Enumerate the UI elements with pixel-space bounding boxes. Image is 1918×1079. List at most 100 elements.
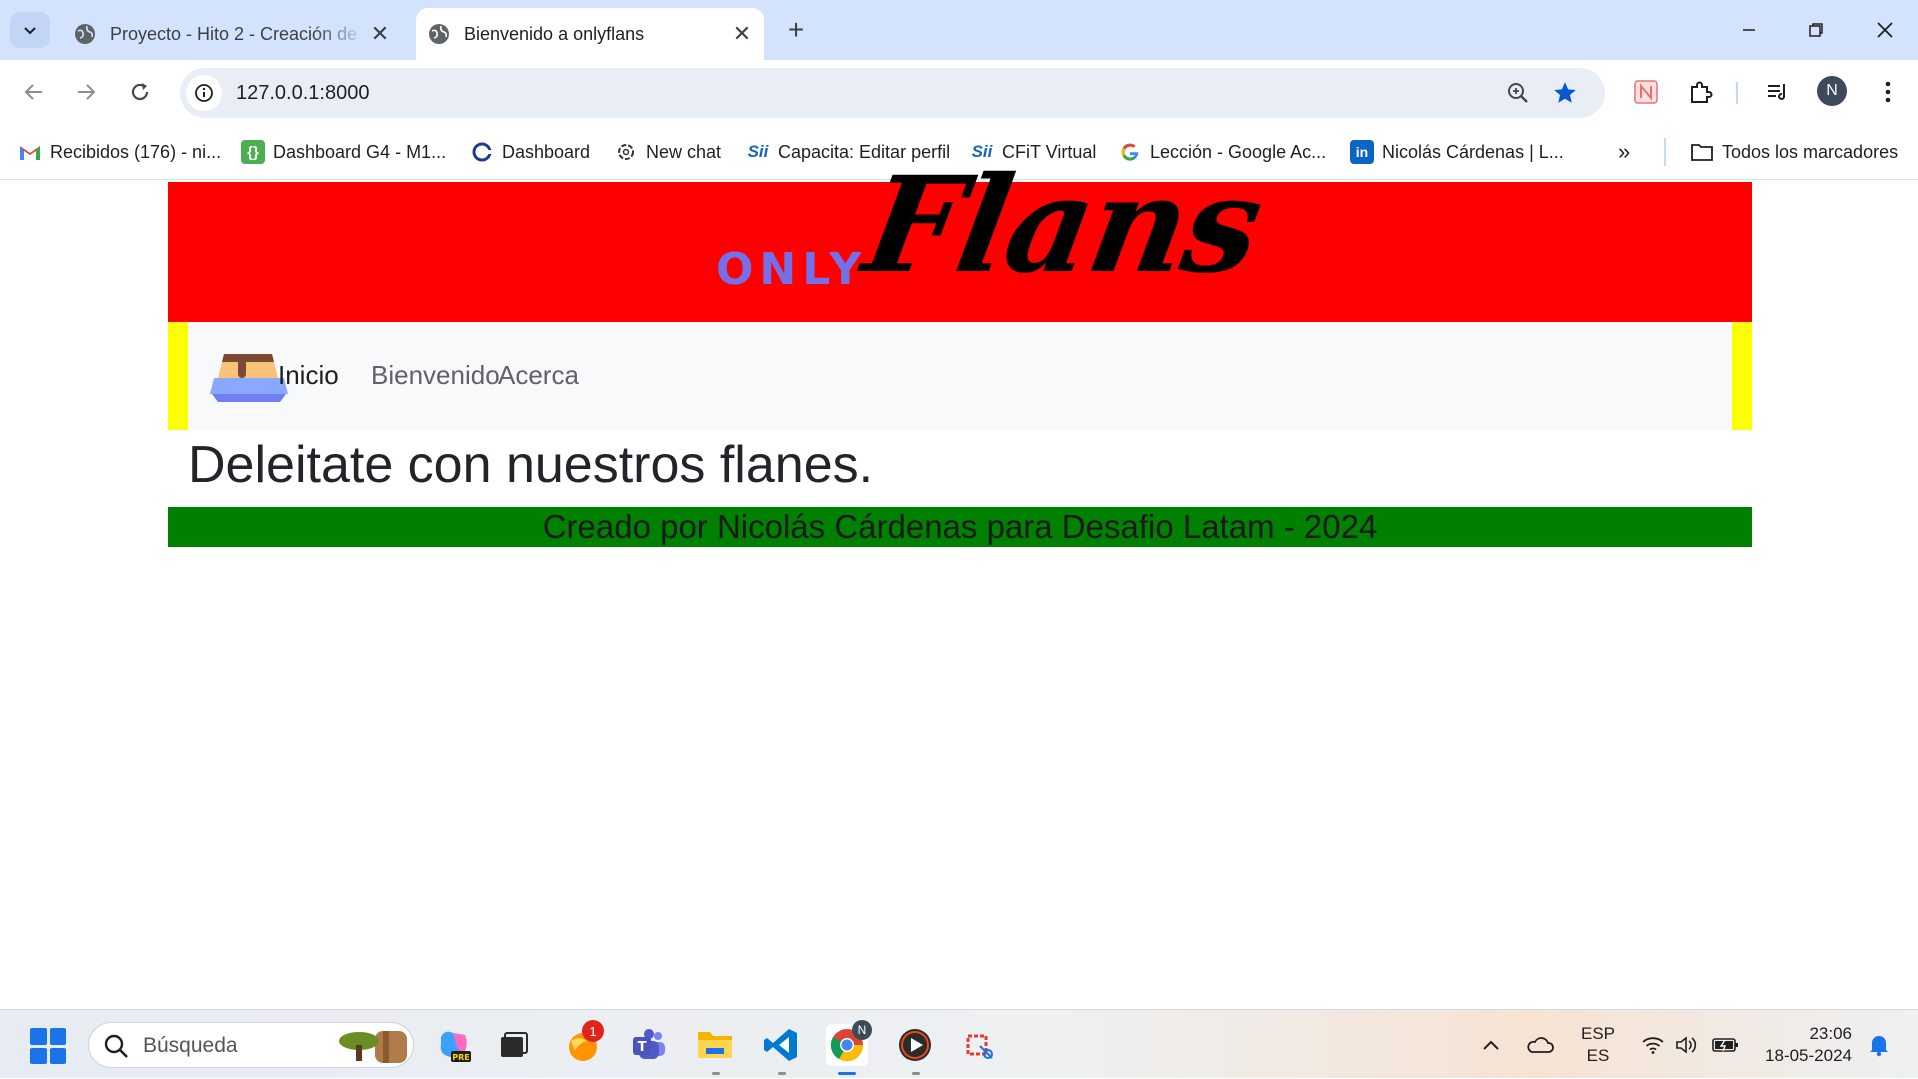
media-queue-icon — [1768, 84, 1785, 100]
clock-date: 18-05-2024 — [1765, 1045, 1852, 1065]
navbar-inner: Inicio Bienvenido Acerca — [188, 322, 1732, 430]
close-tab-icon[interactable]: ✕ — [728, 20, 756, 48]
bookmark-dashboard[interactable]: Dashboard — [470, 138, 590, 166]
bookmark-label: Dashboard — [502, 141, 591, 162]
logo-flans-text: Flans — [854, 148, 1272, 303]
bookmark-linkedin[interactable]: in Nicolás Cárdenas | L... — [1350, 138, 1564, 166]
keyboard-layout-code: ES — [1586, 1045, 1610, 1065]
volume-icon[interactable] — [1672, 1010, 1702, 1079]
tab-proyecto[interactable]: Proyecto - Hito 2 - Creación de ✕ — [62, 8, 402, 60]
nav-link-bienvenido[interactable]: Bienvenido — [371, 360, 500, 391]
bookmark-label: New chat — [646, 141, 722, 162]
page-headline: Deleitate con nuestros flanes. — [188, 436, 874, 494]
coursera-icon — [470, 140, 494, 164]
windows-taskbar: Búsqueda PRE 1 T N ESP ES 23:06 18-05-20… — [0, 1009, 1918, 1078]
site-footer: Creado por Nicolás Cárdenas para Desafio… — [168, 507, 1752, 547]
new-tab-button[interactable]: + — [780, 14, 812, 46]
file-explorer-icon[interactable] — [694, 1024, 736, 1066]
onedrive-icon[interactable] — [1522, 1010, 1558, 1079]
bookmark-star-icon[interactable] — [1550, 78, 1580, 108]
logo-only-text: ONLY — [716, 244, 868, 295]
tab-onlyflans[interactable]: Bienvenido a onlyflans ✕ — [416, 8, 764, 60]
site-banner: ONLY Flans — [168, 148, 1752, 322]
chrome-profile-badge: N — [852, 1020, 872, 1040]
nav-link-acerca[interactable]: Acerca — [498, 360, 579, 391]
notification-badge: 1 — [582, 1020, 604, 1042]
toolbar-separator — [1736, 82, 1738, 104]
restore-icon — [1809, 23, 1823, 37]
battery-icon[interactable] — [1708, 1010, 1742, 1079]
globe-icon — [429, 24, 449, 44]
media-control-button[interactable] — [1758, 72, 1798, 112]
windows-start-icon[interactable] — [30, 1028, 66, 1064]
sii-icon: Sii — [747, 142, 769, 161]
bookmarks-separator — [1664, 138, 1666, 166]
taskbar-search[interactable]: Búsqueda — [88, 1022, 414, 1068]
minimize-button[interactable] — [1716, 0, 1782, 60]
show-hidden-icons-button[interactable] — [1476, 1010, 1506, 1079]
vscode-icon[interactable] — [760, 1024, 802, 1066]
dashboard-icon: {} — [241, 140, 265, 164]
close-icon — [1877, 22, 1893, 38]
teams-icon[interactable]: T — [628, 1024, 670, 1066]
input-language-indicator[interactable]: ESP ES — [1574, 1010, 1622, 1079]
bookmark-label: Nicolás Cárdenas | L... — [1382, 141, 1564, 162]
browser-toolbar: 127.0.0.1:8000 N — [0, 60, 1918, 124]
chevron-down-icon — [24, 27, 36, 35]
running-indicator — [912, 1072, 920, 1075]
close-tab-icon[interactable]: ✕ — [366, 20, 394, 48]
back-arrow-icon — [24, 84, 42, 100]
url-text[interactable]: 127.0.0.1:8000 — [236, 82, 369, 105]
nav-link-inicio[interactable]: Inicio — [278, 360, 339, 391]
running-indicator — [712, 1072, 720, 1075]
menu-button[interactable] — [1868, 72, 1908, 112]
extension-logo-icon — [1634, 80, 1658, 104]
snipping-tool-icon[interactable] — [958, 1024, 1000, 1066]
extensions-button[interactable] — [1680, 72, 1720, 112]
linkedin-icon: in — [1350, 140, 1374, 164]
site-info-icon[interactable] — [186, 75, 222, 111]
active-indicator — [838, 1072, 856, 1075]
more-vert-icon — [1885, 81, 1891, 103]
puzzle-icon — [1691, 81, 1713, 103]
clock[interactable]: 23:06 18-05-2024 — [1756, 1010, 1852, 1079]
bookmark-new-chat[interactable]: New chat — [614, 138, 721, 166]
reload-button[interactable] — [120, 72, 160, 112]
copilot-icon[interactable]: PRE — [432, 1024, 474, 1066]
minimize-icon — [1743, 29, 1755, 31]
address-bar[interactable]: 127.0.0.1:8000 — [180, 68, 1605, 118]
bookmark-gmail[interactable]: Recibidos (176) - ni... — [18, 138, 221, 166]
wifi-icon[interactable] — [1638, 1010, 1668, 1079]
language-code: ESP — [1580, 1023, 1616, 1043]
double-chevron-icon: » — [1618, 139, 1631, 164]
footer-text: Creado por Nicolás Cárdenas para Desafio… — [542, 508, 1378, 545]
close-window-button[interactable] — [1852, 0, 1918, 60]
media-player-icon[interactable] — [894, 1024, 936, 1066]
tab-search-button[interactable] — [10, 12, 50, 48]
running-indicator — [778, 1072, 786, 1075]
search-icon — [104, 1034, 128, 1058]
search-highlight-tree-icon — [339, 1031, 407, 1063]
bookmark-label: Todos los marcadores — [1722, 141, 1899, 162]
bookmark-label: Dashboard G4 - M1... — [273, 141, 447, 162]
forward-button[interactable] — [66, 72, 106, 112]
more-bookmarks-button[interactable]: » — [1618, 138, 1630, 166]
tab-strip: Proyecto - Hito 2 - Creación de ✕ Bienve… — [0, 0, 1918, 60]
folder-icon — [1690, 140, 1714, 164]
bookmark-dashboard-g4[interactable]: {} Dashboard G4 - M1... — [241, 138, 446, 166]
profile-avatar[interactable]: N — [1817, 76, 1847, 106]
reload-icon — [131, 83, 149, 101]
all-bookmarks-button[interactable]: Todos los marcadores — [1690, 138, 1898, 166]
zoom-icon[interactable] — [1503, 78, 1533, 108]
clock-time: 23:06 — [1809, 1023, 1852, 1043]
extension-button[interactable] — [1626, 72, 1666, 112]
gmail-icon — [18, 140, 42, 164]
back-button[interactable] — [14, 72, 54, 112]
tab-title: Proyecto - Hito 2 - Creación de — [110, 23, 358, 44]
task-view-icon[interactable] — [492, 1024, 534, 1066]
site-navbar: Inicio Bienvenido Acerca — [168, 322, 1752, 430]
notification-bell-icon[interactable] — [1864, 1010, 1894, 1079]
web-page: ONLY Flans Inicio Bienvenido Acerca Dele… — [0, 148, 1918, 1009]
svg-text:PRE: PRE — [452, 1053, 470, 1062]
restore-button[interactable] — [1783, 0, 1849, 60]
